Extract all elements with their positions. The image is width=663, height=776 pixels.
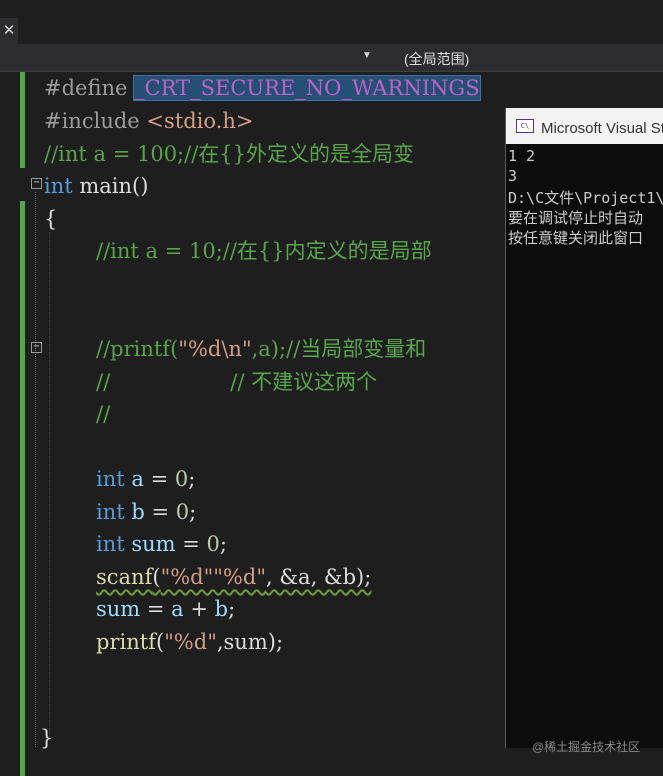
console-title: Microsoft Visual Studio 调试控制台 [541,120,663,137]
console-app-icon: C\ [516,119,534,133]
code-line-9[interactable]: // // 不建议这两个 [96,366,377,399]
comment-string: "%d\n" [178,337,252,361]
code-comment: //int a = 100;//在{}外定义的是全局变 [44,142,415,166]
open-brace: { [44,207,58,231]
code-line-15[interactable]: scanf("%d""%d", &a, &b); [96,561,371,594]
code-line-17[interactable]: printf("%d",sum); [96,626,283,659]
function-call: scanf [96,565,153,589]
code-line-12[interactable]: int a = 0; [96,463,195,496]
code-comment: //printf( [96,337,179,361]
code-line-6[interactable]: //int a = 10;//在{}内定义的是局部 [96,235,432,268]
code-line-8[interactable]: //printf("%d\n",a);//当局部变量和 [96,333,426,366]
number-literal: 0 [175,500,190,524]
semicolon: ; [188,467,196,491]
keyword: int [96,532,125,556]
change-indicator [20,72,25,168]
format-string: "%d" [164,630,217,654]
include-header: <stdio.h> [146,109,254,133]
debug-console-window[interactable]: C\ Microsoft Visual Studio 调试控制台 1 2 3 D… [505,108,663,748]
console-output-line: 1 2 [508,147,536,165]
outline-line [35,192,37,747]
code-comment: // [96,402,111,426]
function-signature: main() [72,174,149,198]
code-line-3[interactable]: //int a = 100;//在{}外定义的是全局变 [44,138,414,171]
scope-dropdown[interactable]: (全局范围) [404,49,469,69]
console-title-bar[interactable]: C\ Microsoft Visual Studio 调试控制台 [506,108,663,144]
number-literal: 0 [206,532,220,556]
variable: sum [131,532,176,556]
preprocessor-directive: #include [44,109,140,133]
code-line-5[interactable]: { [44,203,57,236]
paren: ( [155,630,165,654]
code-line-13[interactable]: int b = 0; [96,496,196,529]
keyword: int [96,467,125,491]
code-line-14[interactable]: int sum = 0; [96,528,227,561]
arguments: ,sum); [216,630,284,654]
document-tab-strip: ✕ [0,0,663,44]
code-line-1[interactable]: #define _CRT_SECURE_NO_WARNINGS [44,72,481,105]
code-comment: // // 不建议这两个 [96,370,378,394]
code-line-4[interactable]: int main() [44,170,148,203]
chevron-down-icon[interactable]: ▼ [362,50,372,61]
collapse-main-icon[interactable]: − [31,178,42,189]
semicolon: ; [189,500,197,524]
code-line-10[interactable]: // [96,398,110,431]
semicolon: ; [228,597,236,621]
variable: b [214,597,229,621]
keyword: int [44,174,73,198]
watermark: @稀土掘金技术社区 [532,740,641,754]
function-call: printf [96,630,156,654]
code-comment: ,a);//当局部变量和 [251,337,427,361]
number-literal: 0 [174,467,189,491]
arguments: , &a, &b); [266,565,372,589]
variable: a [171,597,184,621]
format-string: "%d""%d" [160,565,266,589]
variable: a [131,467,144,491]
variable: b [131,500,145,524]
operator: = [143,467,175,491]
close-tab-icon[interactable]: ✕ [0,18,18,44]
code-comment: //int a = 10;//在{}内定义的是局部 [96,239,432,263]
console-output-line: 按任意键关闭此窗口 [508,229,644,247]
keyword: int [96,500,125,524]
operator: = [144,500,176,524]
semicolon: ; [219,532,227,556]
collapse-comment-icon[interactable]: − [31,342,42,353]
navigation-bar: ▼ (全局范围) [0,44,663,72]
console-output-line: 3 [508,167,518,185]
operator: + [183,597,215,621]
code-line-16[interactable]: sum = a + b; [96,593,235,626]
code-line-20[interactable]: } [40,722,53,755]
console-output-line: D:\C文件\Project1\ [508,189,663,207]
preprocessor-directive: #define [44,76,128,100]
operator: = [175,532,207,556]
paren: ( [152,565,161,589]
code-line-2[interactable]: #include <stdio.h> [44,105,253,138]
indent-guide [49,232,51,737]
change-indicator [20,201,25,776]
operator: = [140,597,172,621]
selected-macro[interactable]: _CRT_SECURE_NO_WARNINGS [133,75,481,101]
console-output-line: 要在调试停止时自动 [508,209,644,227]
close-brace: } [40,726,54,750]
variable: sum [96,597,141,621]
project-dropdown[interactable]: ▼ [0,48,376,67]
